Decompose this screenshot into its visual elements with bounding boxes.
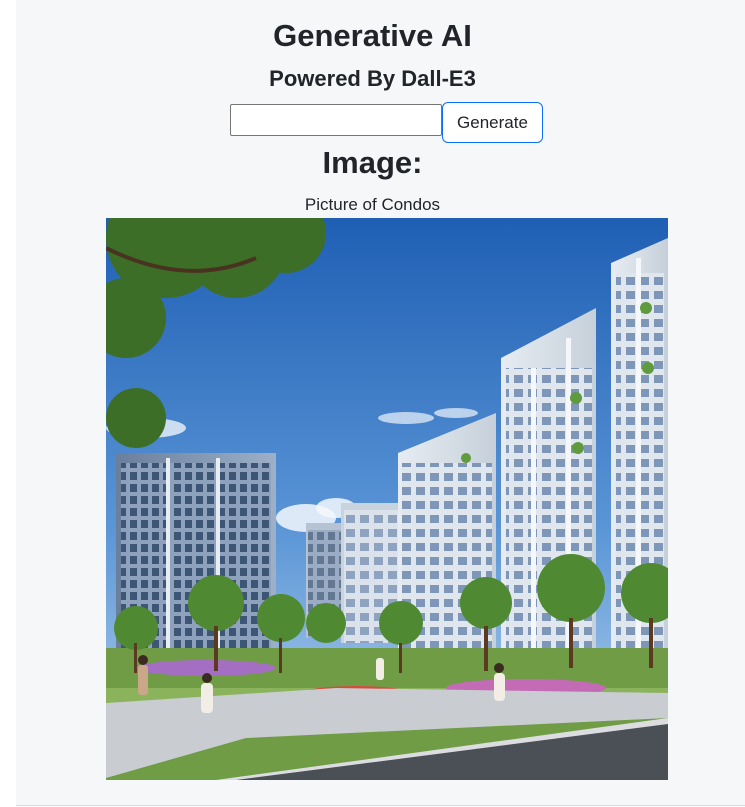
- image-heading: Image:: [322, 145, 423, 180]
- generate-button[interactable]: Generate: [442, 102, 543, 143]
- prompt-input[interactable]: [230, 104, 442, 136]
- generated-image: [106, 218, 668, 780]
- page-title: Generative AI: [273, 18, 472, 53]
- image-caption: Picture of Condos: [304, 195, 441, 214]
- page-subtitle: Powered By Dall-E3: [269, 66, 476, 91]
